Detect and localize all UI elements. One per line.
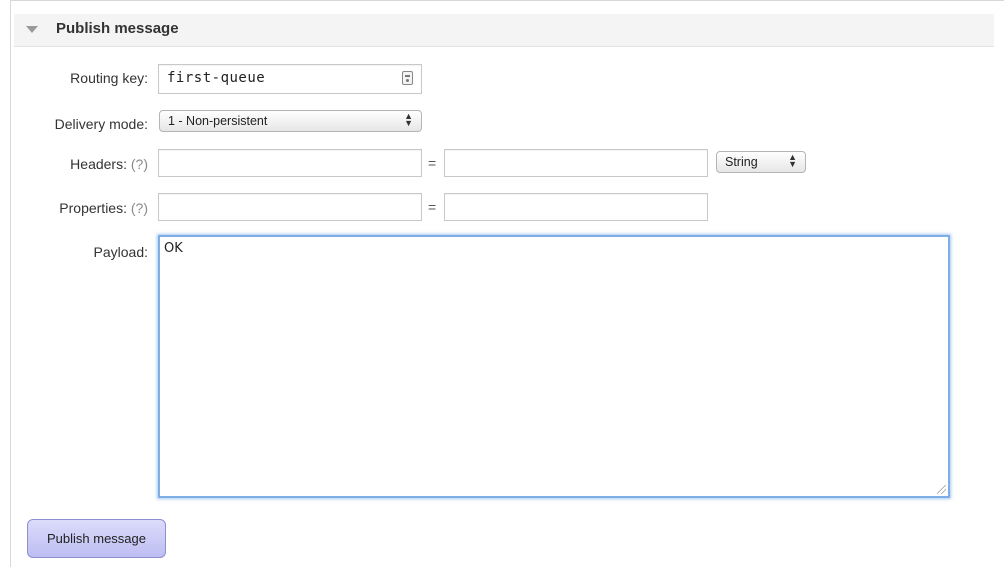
keychain-icon[interactable]: [402, 71, 413, 85]
publish-message-button[interactable]: Publish message: [27, 519, 166, 558]
routing-key-label: Routing key:: [70, 70, 148, 86]
headers-type-select[interactable]: String ▲ ▼: [716, 151, 806, 173]
properties-value-input[interactable]: [444, 193, 708, 221]
payload-textarea[interactable]: OK: [158, 235, 950, 498]
delivery-mode-label: Delivery mode:: [54, 116, 148, 132]
properties-label: Properties: (?): [59, 200, 148, 216]
headers-help-link[interactable]: (?): [131, 156, 148, 172]
delivery-mode-value: 1 - Non-persistent: [168, 114, 268, 128]
properties-equals: =: [428, 199, 437, 215]
select-arrows-icon: ▲ ▼: [788, 152, 797, 169]
headers-key-input[interactable]: [158, 149, 422, 177]
routing-key-value: first-queue: [167, 70, 266, 86]
delivery-mode-select[interactable]: 1 - Non-persistent ▲ ▼: [159, 110, 422, 132]
select-arrows-icon: ▲ ▼: [404, 111, 413, 128]
properties-key-input[interactable]: [158, 193, 422, 221]
resize-grip-icon[interactable]: [937, 485, 946, 494]
section-title: Publish message: [56, 20, 179, 37]
headers-equals: =: [428, 155, 437, 171]
section-header[interactable]: Publish message: [14, 14, 994, 47]
headers-value-input[interactable]: [444, 149, 708, 177]
headers-type-value: String: [725, 155, 758, 169]
collapse-triangle-icon[interactable]: [26, 26, 38, 33]
headers-label: Headers: (?): [70, 156, 148, 172]
properties-help-link[interactable]: (?): [131, 200, 148, 216]
routing-key-input[interactable]: first-queue: [158, 64, 422, 94]
payload-value: OK: [164, 241, 183, 256]
payload-label: Payload:: [93, 244, 148, 260]
